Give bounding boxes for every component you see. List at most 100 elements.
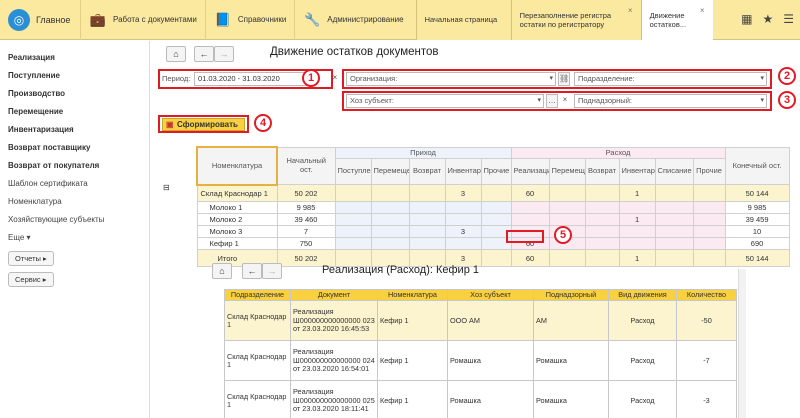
table-cell[interactable]: 690: [724, 237, 790, 251]
table-cell[interactable]: Склад Краснодар 1: [224, 300, 291, 342]
sidebar-item-transfer[interactable]: Перемещение: [8, 103, 149, 121]
table-cell[interactable]: Кефир 1: [377, 300, 448, 342]
table-cell[interactable]: [584, 237, 620, 251]
table-cell[interactable]: [480, 201, 512, 215]
table-cell[interactable]: 9 985: [276, 201, 336, 215]
table-cell[interactable]: 50 202: [276, 184, 336, 203]
apps-grid-icon[interactable]: ▦: [741, 12, 752, 26]
col-header[interactable]: Реализация: [510, 158, 550, 186]
table-cell[interactable]: Расход: [608, 300, 677, 342]
col-header[interactable]: Вид движения: [608, 288, 677, 302]
col-header[interactable]: Документ: [290, 288, 378, 302]
col-header[interactable]: Инвентаризация: [444, 158, 482, 186]
table-cell[interactable]: [692, 213, 726, 227]
table-cell[interactable]: [584, 213, 620, 227]
table-cell[interactable]: -3: [676, 380, 737, 418]
sidebar-item-sales[interactable]: Реализация: [8, 49, 149, 67]
table-cell[interactable]: [408, 225, 446, 239]
table-row[interactable]: Итого 50 202 3 60 1 50 144: [196, 249, 790, 268]
table-cell[interactable]: [370, 184, 410, 203]
table-cell[interactable]: [692, 237, 726, 251]
table-cell[interactable]: Ромашка: [533, 340, 609, 382]
table-cell[interactable]: [692, 201, 726, 215]
table-cell[interactable]: [370, 237, 410, 251]
table-cell[interactable]: 750: [276, 237, 336, 251]
col-header[interactable]: Прочие: [480, 158, 512, 186]
sidebar-item-subjects[interactable]: Хозяйствующие субъекты: [8, 211, 149, 229]
detail-scrollbar[interactable]: [738, 269, 746, 418]
col-header[interactable]: Поступление: [334, 158, 372, 186]
tab-start-page[interactable]: Начальная страница: [415, 0, 511, 40]
table-cell[interactable]: 1: [618, 249, 656, 268]
table-cell[interactable]: [584, 249, 620, 268]
table-cell[interactable]: [408, 184, 446, 203]
sidebar-item-production[interactable]: Производство: [8, 85, 149, 103]
generate-button[interactable]: ▣ Сформировать: [162, 118, 245, 131]
table-cell[interactable]: 50 144: [724, 249, 790, 268]
detail-home-button[interactable]: ⌂: [212, 263, 232, 279]
table-cell[interactable]: [510, 213, 550, 227]
service-button[interactable]: Сервис ▸: [8, 272, 54, 287]
col-header[interactable]: Перемещение: [548, 158, 586, 186]
table-cell[interactable]: [654, 237, 694, 251]
table-cell[interactable]: 60: [510, 249, 550, 268]
tree-collapse-icon[interactable]: ⊟: [163, 183, 170, 192]
table-cell[interactable]: 39 460: [276, 213, 336, 227]
table-cell[interactable]: 3: [444, 225, 482, 239]
table-cell[interactable]: 10: [724, 225, 790, 239]
select-subject-button[interactable]: …: [546, 94, 558, 108]
table-cell[interactable]: [654, 225, 694, 239]
table-cell[interactable]: [618, 237, 656, 251]
table-cell[interactable]: Ромашка: [533, 380, 609, 418]
table-row[interactable]: Молоко 19 985 9 985: [196, 201, 790, 215]
table-cell[interactable]: [548, 184, 586, 203]
col-header[interactable]: Прочие: [692, 158, 726, 186]
col-header[interactable]: Возврат: [584, 158, 620, 186]
period-field[interactable]: 01.03.2020 - 31.03.2020: [194, 72, 312, 86]
table-cell[interactable]: [510, 201, 550, 215]
table-cell[interactable]: [370, 201, 410, 215]
table-cell[interactable]: [654, 249, 694, 268]
subject-field[interactable]: Хоз субъект: ▾: [346, 94, 544, 108]
sidebar-item-return-supplier[interactable]: Возврат поставщику: [8, 139, 149, 157]
table-cell[interactable]: [480, 184, 512, 203]
table-cell[interactable]: 1: [618, 184, 656, 203]
division-field[interactable]: Подразделение: ▾: [574, 72, 767, 86]
table-cell[interactable]: [444, 237, 482, 251]
table-cell[interactable]: [444, 201, 482, 215]
section-documents[interactable]: 💼 Работа с документами: [80, 0, 205, 40]
close-icon[interactable]: ×: [628, 6, 633, 16]
table-cell[interactable]: [480, 249, 512, 268]
table-cell[interactable]: 7: [276, 225, 336, 239]
table-cell[interactable]: 60: [510, 184, 550, 203]
table-row[interactable]: Молоко 3 7 3 10: [196, 225, 790, 239]
table-cell[interactable]: [370, 225, 410, 239]
table-cell[interactable]: Расход: [608, 340, 677, 382]
clear-period-button[interactable]: ×: [328, 72, 342, 86]
table-cell[interactable]: -50: [676, 300, 737, 342]
table-cell[interactable]: 1: [618, 213, 656, 227]
table-cell[interactable]: [548, 249, 586, 268]
back-button[interactable]: ←: [194, 46, 214, 62]
table-cell[interactable]: [618, 201, 656, 215]
tab-refill-register[interactable]: Перезаполнение регистра остатки по регис…: [510, 0, 641, 40]
sidebar-item-return-customer[interactable]: Возврат от покупателя: [8, 157, 149, 175]
table-cell[interactable]: [654, 213, 694, 227]
table-cell[interactable]: [584, 225, 620, 239]
table-cell[interactable]: [334, 225, 372, 239]
col-header[interactable]: Количество: [676, 288, 737, 302]
clear-subject-button[interactable]: ×: [559, 94, 571, 108]
table-cell[interactable]: [334, 201, 372, 215]
table-cell[interactable]: Реализация Ш000000000000000 024 от 23.03…: [290, 340, 378, 382]
table-cell[interactable]: Расход: [608, 380, 677, 418]
table-cell[interactable]: 9 985: [724, 201, 790, 215]
table-cell[interactable]: [618, 225, 656, 239]
detail-forward-button[interactable]: →: [262, 263, 282, 279]
sidebar-item-nomenclature[interactable]: Номенклатура: [8, 193, 149, 211]
table-row[interactable]: Кефир 1 750 60 690: [196, 237, 790, 251]
menu-icon[interactable]: ☰: [783, 12, 794, 26]
section-catalogs[interactable]: 📘 Справочники: [204, 0, 294, 40]
table-row[interactable]: Склад Краснодар 1 50 202 3 60 1 50 144: [196, 184, 790, 203]
table-cell[interactable]: [584, 184, 620, 203]
col-header[interactable]: Хоз субъект: [447, 288, 534, 302]
